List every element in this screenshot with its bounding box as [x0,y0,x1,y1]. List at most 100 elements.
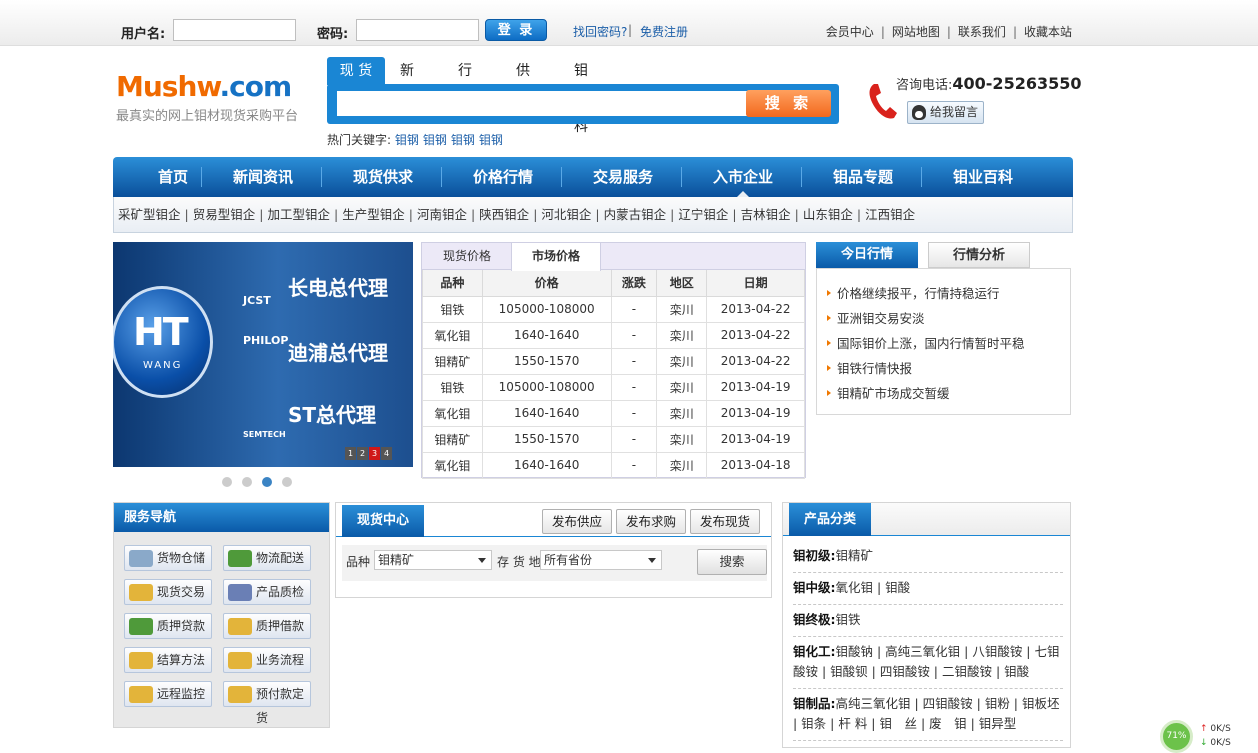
search-tab-news[interactable]: 新闻 [400,57,414,107]
subnav-item[interactable]: 吉林钼企 [741,207,791,222]
subnav-item[interactable]: 山东钼企 [803,207,853,222]
service-spot-trade[interactable]: 现货交易 [124,579,212,605]
subnav-item[interactable]: 内蒙古钼企 [604,207,667,222]
table-cell[interactable]: 钼铁 [422,295,483,323]
banner-page-1[interactable]: 1 [345,447,356,460]
username-input[interactable] [173,19,296,41]
subnav-item[interactable]: 河南钼企 [417,207,467,222]
variety-select[interactable]: 钼精矿 [374,550,492,570]
stock-search-button[interactable]: 搜索 [697,549,767,575]
search-tab-supply[interactable]: 供求 [516,57,530,107]
news-item[interactable]: 价格继续报平，行情持稳运行 [817,281,1070,306]
category-row: 钼化工:钼酸钠 | 高纯三氧化钼 | 八钼酸铵 | 七钼酸铵 | 钼酸钡 | 四… [793,642,1063,689]
news-panel: 今日行情 行情分析 价格继续报平，行情持稳运行 亚洲钼交易安淡 国际钼价上涨，国… [816,242,1071,415]
search-tab-wiki[interactable]: 钼百科 [574,57,588,135]
leave-message-button[interactable]: 给我留言 [907,101,984,124]
network-monitor-widget[interactable]: 71% ↑ 0K/S ↓ 0K/S [1160,718,1258,753]
slider-dot[interactable] [222,477,232,487]
tab-market-analysis[interactable]: 行情分析 [928,242,1030,268]
promo-banner[interactable]: HT WANG JCST 长电总代理 PHILOP 迪浦总代理 SEMTECH … [113,242,413,467]
service-pledge-borrow[interactable]: 质押借款 [223,613,311,639]
forgot-password-link[interactable]: 找回密码? [573,23,627,40]
site-logo[interactable]: Mushw.com 最真实的网上钼材现货采购平台 [116,72,298,125]
stock-center-title: 现货中心 [342,505,424,537]
publish-stock-button[interactable]: 发布现货 [690,509,760,534]
subnav-item[interactable]: 贸易型钼企 [193,207,256,222]
news-item[interactable]: 国际钼价上涨，国内行情暂时平稳 [817,331,1070,356]
search-tab-market[interactable]: 行情 [458,57,472,107]
slider-dot-active[interactable] [262,477,272,487]
storage-icon [129,550,153,567]
hot-keyword[interactable]: 钼钢 [451,133,475,147]
publish-demand-button[interactable]: 发布求购 [616,509,686,534]
login-button[interactable]: 登 录 [485,19,547,41]
location-label: 存 货 地 [497,555,541,569]
table-cell[interactable]: 钼精矿 [422,347,483,375]
news-item[interactable]: 钼铁行情快报 [817,356,1070,381]
table-cell[interactable]: 氧化钼 [422,399,483,427]
banner-page-2[interactable]: 2 [357,447,368,460]
bookmark-link[interactable]: 收藏本站 [1024,23,1072,40]
service-remote-monitor[interactable]: 远程监控 [124,681,212,707]
nav-wiki[interactable]: 钼业百科 [923,157,1043,197]
search-button[interactable]: 搜 索 [746,90,831,117]
subnav-item[interactable]: 生产型钼企 [342,207,405,222]
service-storage[interactable]: 货物仓储 [124,545,212,571]
service-settlement[interactable]: 结算方法 [124,647,212,673]
username-label: 用户名: [121,27,166,42]
leave-message-label: 给我留言 [930,105,979,119]
hot-keyword[interactable]: 钼钢 [479,133,503,147]
subnav-item[interactable]: 辽宁钼企 [678,207,728,222]
puzzle-icon [129,584,153,601]
slider-dot[interactable] [282,477,292,487]
contact-us-link[interactable]: 联系我们 [958,23,1006,40]
location-select[interactable]: 所有省份 [540,550,662,570]
search-tab-stock[interactable]: 现 货 [327,57,385,85]
member-center-link[interactable]: 会员中心 [826,23,874,40]
hot-keywords-label: 热门关键字: [327,133,392,147]
table-cell: - [610,347,658,375]
service-quality-check[interactable]: 产品质检 [223,579,311,605]
tab-spot-price[interactable]: 现货价格 [422,243,512,270]
news-item[interactable]: 亚洲钼交易安淡 [817,306,1070,331]
register-link[interactable]: 免费注册 [640,23,688,40]
service-prepaid-order[interactable]: 预付款定货 [223,681,311,725]
hot-keyword[interactable]: 钼钢 [423,133,447,147]
tab-today-market[interactable]: 今日行情 [816,242,918,268]
password-input[interactable] [356,19,479,41]
nav-enterprises[interactable]: 入市企业 [683,157,803,197]
nav-prices[interactable]: 价格行情 [443,157,563,197]
banner-page-3[interactable]: 3 [369,447,380,460]
nav-topics[interactable]: 钼品专题 [803,157,923,197]
nav-stock[interactable]: 现货供求 [323,157,443,197]
subnav-item[interactable]: 河北钼企 [541,207,591,222]
subnav-item[interactable]: 江西钼企 [865,207,915,222]
subnav-item[interactable]: 采矿型钼企 [118,207,181,222]
table-cell[interactable]: 氧化钼 [422,321,483,349]
category-items[interactable]: 钼精矿 [836,548,874,563]
table-cell[interactable]: 钼精矿 [422,425,483,453]
service-logistics[interactable]: 物流配送 [223,545,311,571]
category-items[interactable]: 氧化钼 | 钼酸 [836,580,911,595]
news-item[interactable]: 钼精矿市场成交暂缓 [817,381,1070,406]
slider-dots [222,476,302,490]
sitemap-link[interactable]: 网站地图 [892,23,940,40]
subnav-item[interactable]: 加工型钼企 [267,207,330,222]
phone-icon [869,84,897,119]
banner-page-4[interactable]: 4 [381,447,392,460]
table-cell[interactable]: 氧化钼 [422,451,483,479]
nav-trade-service[interactable]: 交易服务 [563,157,683,197]
category-items[interactable]: 钼铁 [836,612,861,627]
nav-news[interactable]: 新闻资讯 [203,157,323,197]
search-input[interactable] [337,91,747,116]
hot-keyword[interactable]: 钼钢 [395,133,419,147]
publish-supply-button[interactable]: 发布供应 [542,509,612,534]
subnav-item[interactable]: 陕西钼企 [479,207,529,222]
service-pledge-loan[interactable]: 质押贷款 [124,613,212,639]
tab-market-price[interactable]: 市场价格 [511,243,601,271]
slider-dot[interactable] [242,477,252,487]
service-workflow[interactable]: 业务流程 [223,647,311,673]
password-label: 密码: [317,27,349,42]
table-cell[interactable]: 钼铁 [422,373,483,401]
contact-label: 咨询电话: [896,78,953,93]
